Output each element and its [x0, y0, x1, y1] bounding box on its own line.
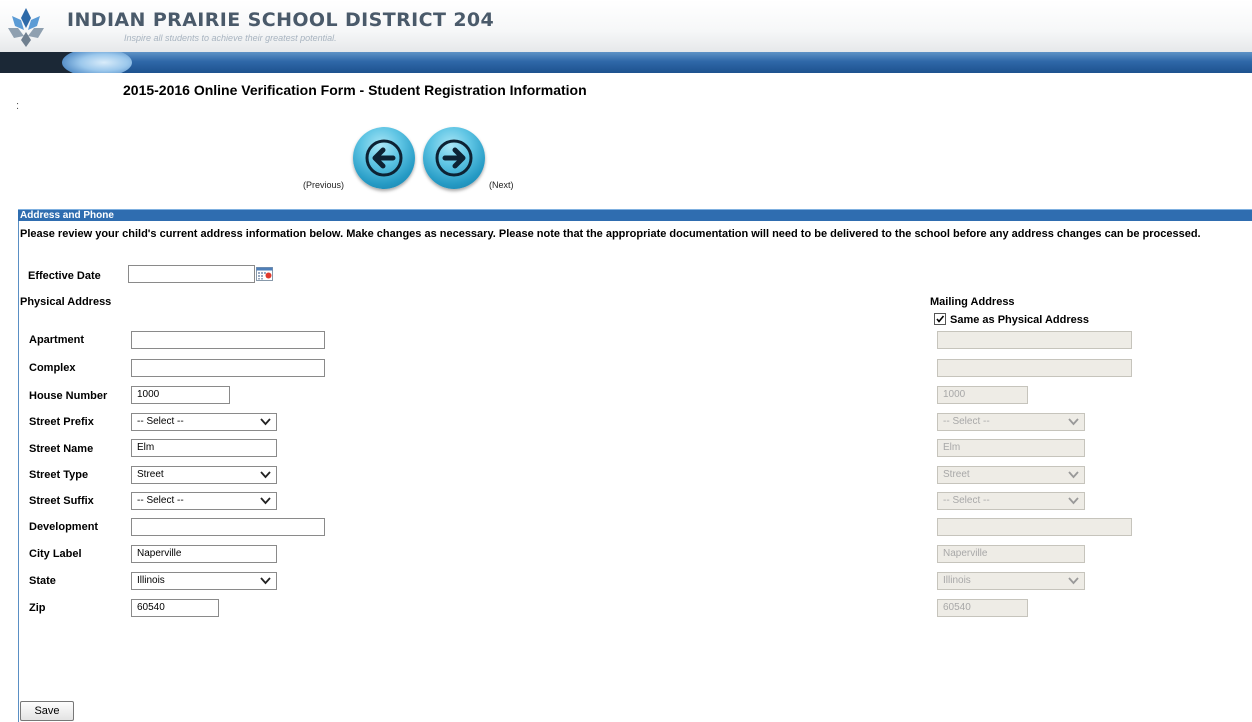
physical-house-number-input[interactable]: 1000	[131, 386, 230, 404]
mailing-zip-input: 60540	[937, 599, 1028, 617]
street-prefix-label: Street Prefix	[29, 416, 94, 428]
select-value: -- Select --	[137, 416, 184, 427]
mailing-state-select: Illinois	[937, 572, 1085, 590]
mailing-street-prefix-select: -- Select --	[937, 413, 1085, 431]
select-value: -- Select --	[943, 416, 990, 427]
physical-city-input[interactable]: Naperville	[131, 545, 277, 563]
previous-button[interactable]	[353, 127, 415, 189]
district-logo-icon	[6, 6, 46, 48]
same-as-physical-checkbox[interactable]	[934, 313, 946, 325]
instructions-text: Please review your child's current addre…	[20, 228, 1201, 240]
effective-date-label: Effective Date	[28, 270, 101, 282]
physical-complex-input[interactable]	[131, 359, 325, 377]
physical-street-prefix-select[interactable]: -- Select --	[131, 413, 277, 431]
street-name-label: Street Name	[29, 443, 94, 455]
select-value: Street	[137, 469, 164, 480]
chevron-down-icon	[1068, 471, 1079, 479]
mailing-street-suffix-select: -- Select --	[937, 492, 1085, 510]
mailing-street-type-select: Street	[937, 466, 1085, 484]
street-suffix-label: Street Suffix	[29, 495, 94, 507]
same-as-physical-label: Same as Physical Address	[950, 314, 1090, 326]
physical-address-heading: Physical Address	[20, 296, 112, 308]
arrow-right-icon	[435, 139, 473, 177]
complex-label: Complex	[29, 362, 76, 374]
select-value: -- Select --	[137, 495, 184, 506]
state-label: State	[29, 575, 56, 587]
checkmark-icon	[936, 315, 945, 323]
select-value: Illinois	[137, 575, 165, 586]
select-value: Illinois	[943, 575, 971, 586]
mailing-house-number-input: 1000	[937, 386, 1028, 404]
save-button[interactable]: Save	[20, 701, 74, 721]
physical-state-select[interactable]: Illinois	[131, 572, 277, 590]
development-label: Development	[29, 521, 99, 533]
section-header: Address and Phone	[18, 209, 1252, 221]
apartment-label: Apartment	[29, 334, 85, 346]
select-value: Street	[943, 469, 970, 480]
street-type-label: Street Type	[29, 469, 89, 481]
effective-date-input[interactable]	[128, 265, 255, 283]
physical-street-type-select[interactable]: Street	[131, 466, 277, 484]
physical-street-suffix-select[interactable]: -- Select --	[131, 492, 277, 510]
banner-swoosh	[62, 52, 132, 73]
physical-development-input[interactable]	[131, 518, 325, 536]
mailing-city-input: Naperville	[937, 545, 1085, 563]
district-tagline: Inspire all students to achieve their gr…	[124, 33, 337, 43]
page-title: 2015-2016 Online Verification Form - Stu…	[123, 82, 587, 98]
calendar-icon[interactable]	[256, 267, 273, 281]
chevron-down-icon	[260, 418, 271, 426]
previous-label: (Previous)	[303, 180, 345, 190]
zip-label: Zip	[29, 602, 46, 614]
mailing-address-heading: Mailing Address	[930, 296, 1015, 308]
district-name: INDIAN PRAIRIE SCHOOL DISTRICT 204	[67, 9, 495, 31]
physical-zip-input[interactable]: 60540	[131, 599, 219, 617]
city-label-label: City Label	[29, 548, 82, 560]
physical-apartment-input[interactable]	[131, 331, 325, 349]
house-number-label: House Number	[29, 390, 108, 402]
chevron-down-icon	[1068, 418, 1079, 426]
next-button[interactable]	[423, 127, 485, 189]
mailing-street-name-input: Elm	[937, 439, 1085, 457]
physical-street-name-input[interactable]: Elm	[131, 439, 277, 457]
chevron-down-icon	[260, 577, 271, 585]
arrow-left-icon	[365, 139, 403, 177]
chevron-down-icon	[260, 471, 271, 479]
chevron-down-icon	[260, 497, 271, 505]
page-header: INDIAN PRAIRIE SCHOOL DISTRICT 204 Inspi…	[0, 0, 1252, 52]
mailing-complex-input	[937, 359, 1132, 377]
stray-mark: :	[16, 100, 20, 112]
chevron-down-icon	[1068, 497, 1079, 505]
select-value: -- Select --	[943, 495, 990, 506]
chevron-down-icon	[1068, 577, 1079, 585]
mailing-apartment-input	[937, 331, 1132, 349]
banner-bar	[0, 52, 1252, 73]
mailing-development-input	[937, 518, 1132, 536]
next-label: (Next)	[489, 180, 514, 190]
